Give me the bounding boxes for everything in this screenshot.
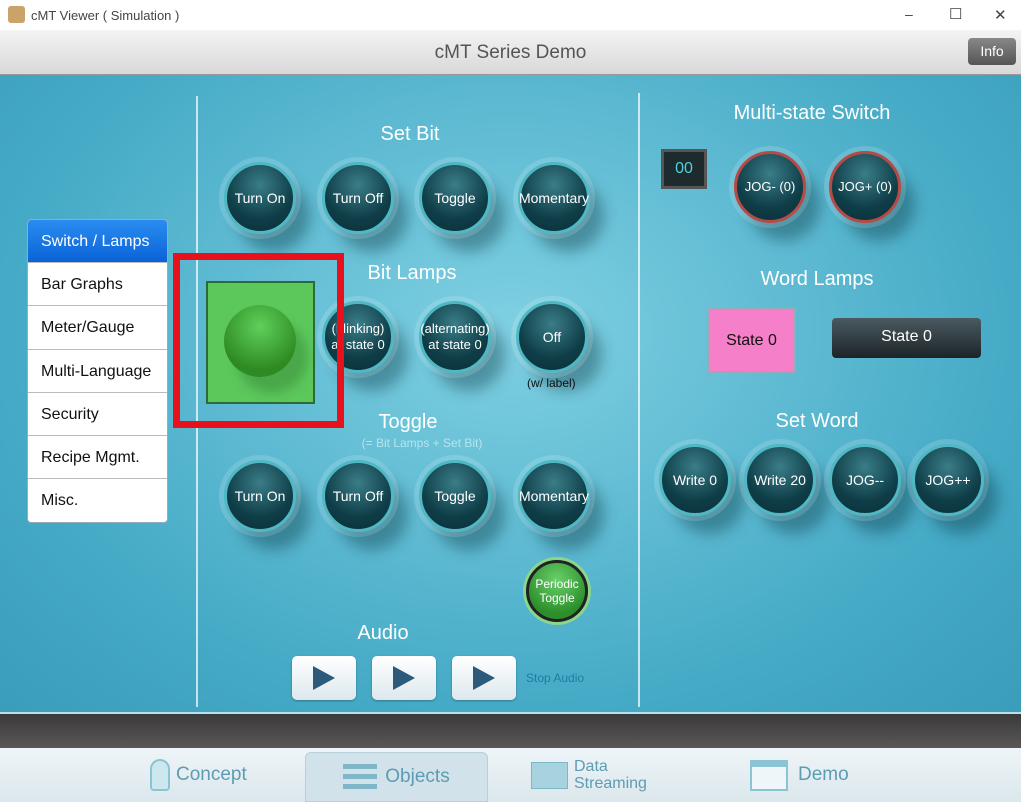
lightbulb-icon <box>150 759 170 791</box>
multi-state-display: 00 <box>661 149 707 189</box>
sidebar-item-meter-gauge[interactable]: Meter/Gauge <box>28 306 167 350</box>
nav-data-streaming[interactable]: Data Streaming <box>531 748 654 802</box>
title-bar: cMT Viewer ( Simulation ) – ☐ ✕ <box>0 0 1021 30</box>
highlight-box <box>173 253 344 428</box>
write-0-button[interactable]: Write 0 <box>659 444 731 516</box>
set-word-title: Set Word <box>775 410 859 432</box>
word-lamp-dark: State 0 <box>832 318 981 358</box>
nav-label: Demo <box>798 764 849 785</box>
toggle-title: Toggle <box>378 411 438 433</box>
jog-inc-button[interactable]: JOG++ <box>912 444 984 516</box>
sidebar: Switch / Lamps Bar Graphs Meter/Gauge Mu… <box>27 219 168 524</box>
close-button[interactable]: ✕ <box>994 6 1007 24</box>
sidebar-item-security[interactable]: Security <box>28 393 167 436</box>
nav-objects[interactable]: Objects <box>305 752 488 802</box>
jog-plus-button[interactable]: JOG+ (0) <box>829 151 901 223</box>
set-bit-momentary-button[interactable]: Momentary <box>518 162 590 234</box>
stop-audio-link[interactable]: Stop Audio <box>526 671 584 685</box>
window-icon <box>750 759 788 791</box>
play-audio-button-2[interactable] <box>372 656 436 700</box>
word-lamps-title: Word Lamps <box>760 268 874 290</box>
sliders-icon <box>343 764 378 790</box>
toggle-toggle-button[interactable]: Toggle <box>419 460 491 532</box>
nav-label: Concept <box>176 764 247 785</box>
write-20-button[interactable]: Write 20 <box>744 444 816 516</box>
toggle-turn-on-button[interactable]: Turn On <box>224 460 296 532</box>
set-bit-title: Set Bit <box>380 123 440 145</box>
window-title: cMT Viewer ( Simulation ) <box>31 8 180 23</box>
chart-icon <box>531 761 568 789</box>
separator-bar <box>0 712 1021 748</box>
toggle-turn-off-button[interactable]: Turn Off <box>322 460 394 532</box>
sidebar-item-misc[interactable]: Misc. <box>28 479 167 522</box>
lamp-caption: (w/ label) <box>527 376 576 390</box>
jog-minus-button[interactable]: JOG- (0) <box>734 151 806 223</box>
nav-label: Objects <box>385 766 450 787</box>
multi-state-title: Multi-state Switch <box>733 102 891 124</box>
nav-demo[interactable]: Demo <box>750 748 849 802</box>
play-audio-button-1[interactable] <box>292 656 356 700</box>
periodic-toggle-lamp: Periodic Toggle <box>526 560 588 622</box>
info-button[interactable]: Info <box>968 38 1016 65</box>
toggle-subtitle: (= Bit Lamps + Set Bit) <box>361 436 483 450</box>
bit-lamps-title: Bit Lamps <box>367 262 457 284</box>
bottom-nav: Concept Objects Data Streaming Demo <box>0 748 1021 802</box>
bit-lamp-alternating: (alternating) at state 0 <box>419 301 491 373</box>
jog-dec-button[interactable]: JOG-- <box>829 444 901 516</box>
nav-concept[interactable]: Concept <box>150 748 247 802</box>
play-icon <box>313 666 335 690</box>
page-title: cMT Series Demo <box>434 42 587 63</box>
sidebar-item-recipe[interactable]: Recipe Mgmt. <box>28 436 167 480</box>
toggle-momentary-button[interactable]: Momentary <box>518 460 590 532</box>
word-lamp-pink: State 0 <box>707 308 796 373</box>
header: cMT Series Demo Info <box>0 30 1021 75</box>
play-audio-button-3[interactable] <box>452 656 516 700</box>
set-bit-toggle-button[interactable]: Toggle <box>419 162 491 234</box>
sidebar-item-switch-lamps[interactable]: Switch / Lamps <box>28 220 167 264</box>
app-icon <box>8 6 25 23</box>
nav-label: Data Streaming <box>574 758 647 792</box>
bit-lamp-off: Off <box>516 301 588 373</box>
play-icon <box>473 666 495 690</box>
maximize-button[interactable]: ☐ <box>949 5 962 23</box>
divider <box>638 93 640 707</box>
minimize-button[interactable]: – <box>905 6 913 22</box>
play-icon <box>393 666 415 690</box>
audio-title: Audio <box>357 622 409 644</box>
sidebar-item-bar-graphs[interactable]: Bar Graphs <box>28 263 167 307</box>
set-bit-turn-off-button[interactable]: Turn Off <box>322 162 394 234</box>
set-bit-turn-on-button[interactable]: Turn On <box>224 162 296 234</box>
sidebar-item-multi-language[interactable]: Multi-Language <box>28 350 167 393</box>
